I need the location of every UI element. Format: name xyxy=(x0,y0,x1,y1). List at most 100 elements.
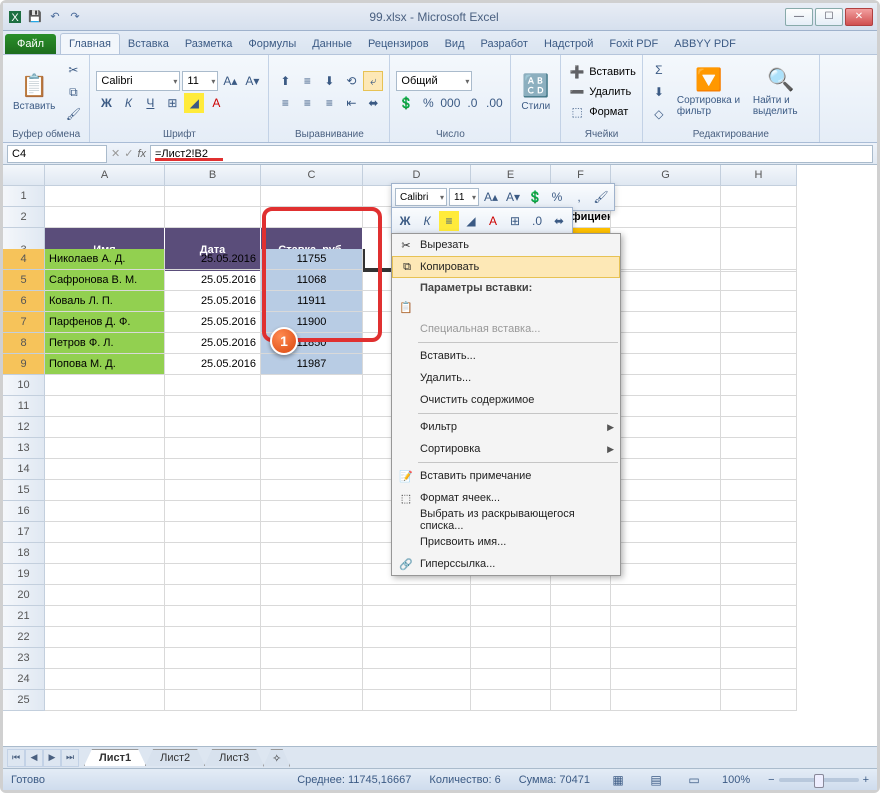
cell[interactable]: 25.05.2016 xyxy=(165,312,261,333)
cell[interactable] xyxy=(261,438,363,459)
cell[interactable]: 7 xyxy=(3,312,45,333)
ctx-clear[interactable]: Очистить содержимое xyxy=(392,389,620,411)
mini-percent-icon[interactable]: % xyxy=(547,187,567,207)
cell[interactable] xyxy=(261,606,363,627)
cell[interactable] xyxy=(721,186,797,207)
ctx-hyperlink[interactable]: 🔗Гиперссылка... xyxy=(392,553,620,575)
cell[interactable]: 24 xyxy=(3,669,45,690)
cell[interactable]: B xyxy=(165,165,261,186)
copy-icon[interactable]: ⧉ xyxy=(63,82,83,102)
cell[interactable] xyxy=(551,627,611,648)
fill-icon[interactable]: ⬇ xyxy=(649,82,669,102)
mini-align-icon[interactable]: ≡ xyxy=(439,211,459,231)
cell[interactable] xyxy=(611,312,721,333)
cell[interactable] xyxy=(165,207,261,228)
inc-decimal-icon[interactable]: .0 xyxy=(462,93,482,113)
percent-icon[interactable]: % xyxy=(418,93,438,113)
border-icon[interactable]: ⊞ xyxy=(162,93,182,113)
tab-data[interactable]: Данные xyxy=(304,34,360,54)
cell[interactable] xyxy=(165,585,261,606)
cell[interactable] xyxy=(611,522,721,543)
cell[interactable] xyxy=(721,606,797,627)
tab-foxit[interactable]: Foxit PDF xyxy=(601,34,666,54)
cell[interactable] xyxy=(611,606,721,627)
cell[interactable] xyxy=(45,501,165,522)
cell[interactable] xyxy=(261,417,363,438)
cell[interactable] xyxy=(721,291,797,312)
cell[interactable] xyxy=(261,648,363,669)
cell[interactable] xyxy=(721,396,797,417)
cell[interactable] xyxy=(611,354,721,375)
styles-button[interactable]: 🔠Стили xyxy=(517,71,554,114)
cell[interactable] xyxy=(471,669,551,690)
currency-icon[interactable]: 💲 xyxy=(396,93,416,113)
cell[interactable]: 13 xyxy=(3,438,45,459)
cell[interactable] xyxy=(45,669,165,690)
tab-layout[interactable]: Разметка xyxy=(177,34,241,54)
tab-home[interactable]: Главная xyxy=(60,33,120,54)
number-format-combo[interactable]: Общий xyxy=(396,71,472,91)
mini-border-icon[interactable]: ⊞ xyxy=(505,211,525,231)
cell[interactable] xyxy=(165,606,261,627)
cell[interactable] xyxy=(721,249,797,270)
cell[interactable] xyxy=(165,186,261,207)
cell[interactable] xyxy=(165,480,261,501)
cell[interactable] xyxy=(45,438,165,459)
cell[interactable] xyxy=(45,564,165,585)
ctx-pick-list[interactable]: Выбрать из раскрывающегося списка... xyxy=(392,509,620,531)
cell[interactable] xyxy=(471,690,551,711)
cell[interactable]: 4 xyxy=(3,249,45,270)
delete-cells-button[interactable]: ➖Удалить xyxy=(567,82,636,102)
cell[interactable] xyxy=(611,333,721,354)
align-bottom-icon[interactable]: ⬇ xyxy=(319,71,339,91)
cell[interactable] xyxy=(551,585,611,606)
cell[interactable] xyxy=(45,375,165,396)
merge-icon[interactable]: ⬌ xyxy=(363,93,383,113)
cell[interactable] xyxy=(45,585,165,606)
tab-developer[interactable]: Разработ xyxy=(473,34,536,54)
cell[interactable] xyxy=(45,417,165,438)
clear-icon[interactable]: ◇ xyxy=(649,104,669,124)
save-icon[interactable]: 💾 xyxy=(27,9,43,25)
cell[interactable]: Николаев А. Д. xyxy=(45,249,165,270)
minimize-button[interactable]: — xyxy=(785,8,813,26)
cell[interactable] xyxy=(165,564,261,585)
mini-fill-icon[interactable]: ◢ xyxy=(461,211,481,231)
cell[interactable]: 22 xyxy=(3,627,45,648)
cell[interactable] xyxy=(165,438,261,459)
cell[interactable]: G xyxy=(611,165,721,186)
cell[interactable] xyxy=(261,186,363,207)
tab-abbyy[interactable]: ABBYY PDF xyxy=(666,34,744,54)
cell[interactable]: 12 xyxy=(3,417,45,438)
cell[interactable] xyxy=(45,606,165,627)
align-left-icon[interactable]: ≡ xyxy=(275,93,295,113)
sheet-tab-3[interactable]: Лист3 xyxy=(204,749,264,766)
cell[interactable] xyxy=(45,459,165,480)
mini-italic-icon[interactable]: К xyxy=(417,211,437,231)
zoom-slider[interactable] xyxy=(779,778,859,782)
name-box[interactable]: C4 xyxy=(7,145,107,163)
cell[interactable] xyxy=(721,690,797,711)
cell[interactable] xyxy=(611,396,721,417)
cell[interactable] xyxy=(363,606,471,627)
cell[interactable] xyxy=(45,396,165,417)
cell[interactable] xyxy=(261,459,363,480)
align-middle-icon[interactable]: ≡ xyxy=(297,71,317,91)
cell[interactable] xyxy=(611,690,721,711)
cell[interactable] xyxy=(721,354,797,375)
cell[interactable] xyxy=(471,648,551,669)
new-sheet-button[interactable]: ✧ xyxy=(263,749,290,767)
tab-view[interactable]: Вид xyxy=(437,34,473,54)
cell[interactable] xyxy=(551,648,611,669)
cell[interactable] xyxy=(611,291,721,312)
cell[interactable]: 11 xyxy=(3,396,45,417)
cell[interactable] xyxy=(471,606,551,627)
cell[interactable]: Сафронова В. М. xyxy=(45,270,165,291)
cell[interactable] xyxy=(363,585,471,606)
autosum-icon[interactable]: Σ xyxy=(649,60,669,80)
cell[interactable] xyxy=(261,627,363,648)
indent-dec-icon[interactable]: ⇤ xyxy=(341,93,361,113)
cell[interactable] xyxy=(721,312,797,333)
mini-font-combo[interactable]: Calibri xyxy=(395,188,447,206)
cell[interactable]: A xyxy=(45,165,165,186)
